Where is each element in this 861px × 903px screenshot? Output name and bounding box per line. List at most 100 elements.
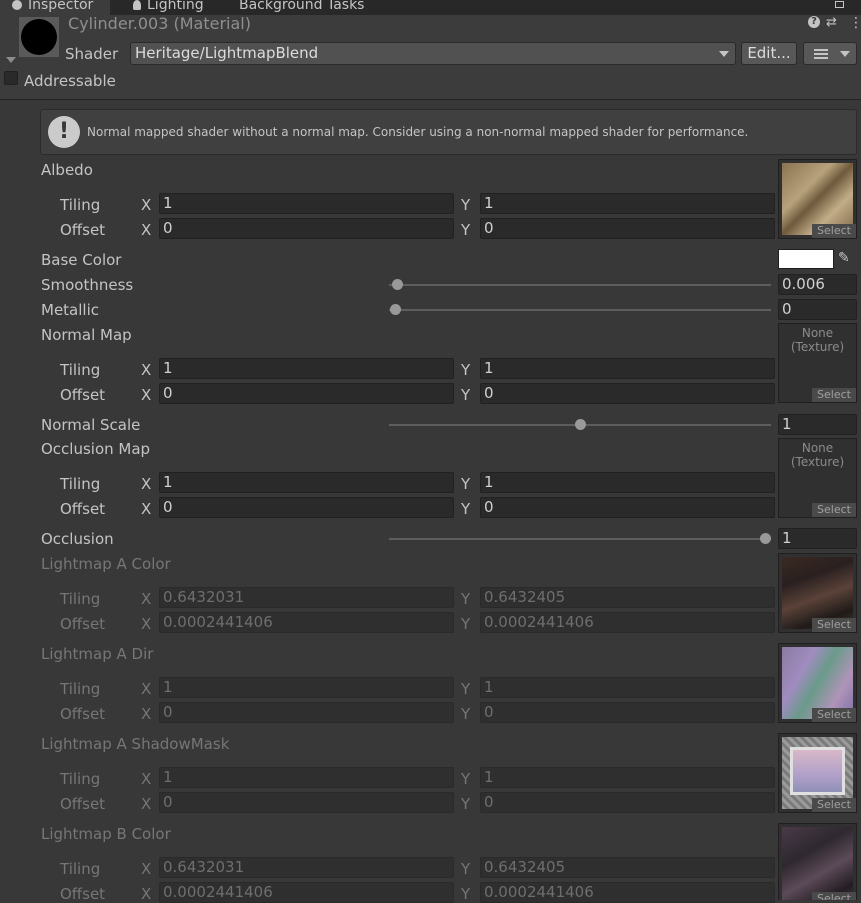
normal-map-warning: ! Normal mapped shader without a normal … [40,109,857,155]
lightmap-a-dir-tiling-x-field[interactable]: 1 [159,677,454,698]
occlusion-map-label: Occlusion Map [41,440,151,458]
lightmap-a-color-select-button[interactable]: Select [812,618,856,632]
lightmap-a-shadowmask-offset-x-field[interactable]: 0 [159,792,454,813]
list-icon [814,49,828,51]
smoothness-slider-track[interactable] [389,284,771,286]
help-icon[interactable]: ? [808,16,820,28]
albedo-offset-y-label: Y [461,221,471,239]
albedo-select-button[interactable]: Select [812,224,856,238]
lightmap-a-dir-tiling-label: Tiling [60,680,101,698]
shader-options-button[interactable] [803,42,857,65]
maximize-icon[interactable] [835,1,844,8]
normal-map-offset-y-field[interactable]: 0 [480,383,775,404]
metallic-slider-thumb[interactable] [390,304,401,315]
normal-map-offset-x-field[interactable]: 0 [159,383,454,404]
lightmap-b-color-tiling-y-label: Y [461,860,471,878]
lightmap-b-color-offset-x-label: X [141,885,152,903]
base-color-label: Base Color [41,251,122,269]
lightmap-b-color-tiling-x-field[interactable]: 0.6432031 [159,857,454,878]
kebab-menu-icon[interactable]: ⋮ [849,15,861,31]
occlusion-map-offset-x-field[interactable]: 0 [159,497,454,518]
occlusion-map-select-button[interactable]: Select [812,503,856,517]
addressable-label: Addressable [24,72,116,90]
lightmap-a-color-tiling-label: Tiling [60,590,101,608]
chevron-down-icon [840,51,850,57]
presets-icon[interactable]: ⇄ [826,15,837,30]
occlusion-map-texture-slot[interactable]: None (Texture) Select [778,438,857,518]
material-preview-thumbnail [19,17,59,57]
occlusion-slider-thumb[interactable] [760,533,771,544]
eyedropper-icon[interactable]: ✎ [838,250,850,266]
base-color-swatch[interactable] [778,249,834,269]
occlusion-map-none-text: None (Texture) [790,441,845,469]
lightmap-a-shadowmask-offset-x-label: X [141,795,152,813]
normal-map-select-button[interactable]: Select [812,388,856,402]
normal-scale-value-field[interactable]: 1 [778,414,857,435]
material-header: Cylinder.003 (Material) Shader Heritage/… [0,14,861,100]
normal-map-tiling-label: Tiling [60,361,101,379]
lightmap-b-color-select-button[interactable]: Select [812,892,856,900]
lightmap-a-shadowmask-tiling-x-label: X [141,770,152,788]
lightmap-a-dir-texture-slot[interactable]: Select [778,643,857,723]
normal-scale-label: Normal Scale [41,416,141,434]
lightmap-a-shadowmask-tiling-x-field[interactable]: 1 [159,767,454,788]
lightmap-a-shadowmask-texture-slot[interactable]: Select [778,733,857,813]
occlusion-map-tiling-y-field[interactable]: 1 [480,472,775,493]
tab-lighting[interactable]: Lighting [133,0,204,15]
normal-map-texture-slot[interactable]: None (Texture) Select [778,323,857,403]
tab-inspector[interactable]: Inspector [0,0,110,15]
chevron-down-icon [719,51,729,57]
lightmap-a-dir-offset-y-label: Y [461,705,471,723]
normal-map-tiling-y-field[interactable]: 1 [480,358,775,379]
lightmap-a-shadowmask-tiling-y-field[interactable]: 1 [480,767,775,788]
normal-map-offset-y-label: Y [461,386,471,404]
lightmap-a-shadowmask-offset-y-field[interactable]: 0 [480,792,775,813]
normal-scale-slider-thumb[interactable] [575,419,586,430]
lightmap-a-color-tiling-x-field[interactable]: 0.6432031 [159,587,454,608]
lightmap-a-color-texture-slot[interactable]: Select [778,553,857,633]
lightmap-a-dir-offset-x-field[interactable]: 0 [159,702,454,723]
lightmap-b-color-offset-label: Offset [60,885,106,903]
shader-dropdown[interactable]: Heritage/LightmapBlend [130,42,736,65]
lightmap-a-color-offset-x-field[interactable]: 0.0002441406 [159,612,454,633]
albedo-tiling-x-field[interactable]: 1 [159,193,454,214]
info-icon [12,0,22,10]
normal-map-tiling-x-field[interactable]: 1 [159,358,454,379]
occlusion-map-tiling-x-field[interactable]: 1 [159,472,454,493]
lightmap-a-shadowmask-select-button[interactable]: Select [812,798,856,812]
lightmap-a-color-offset-y-label: Y [461,615,471,633]
albedo-label: Albedo [41,161,93,179]
lightmap-b-color-tiling-y-field[interactable]: 0.6432405 [480,857,775,878]
albedo-offset-x-field[interactable]: 0 [159,218,454,239]
lightmap-a-dir-select-button[interactable]: Select [812,708,856,722]
edit-shader-button[interactable]: Edit... [741,42,797,65]
lightmap-a-color-offset-y-field[interactable]: 0.0002441406 [480,612,775,633]
occlusion-value-field[interactable]: 1 [778,528,857,549]
occlusion-map-tiling-y-label: Y [461,475,471,493]
normal-map-tiling-y-label: Y [461,361,471,379]
metallic-value-field[interactable]: 0 [778,299,857,320]
albedo-tiling-label: Tiling [60,196,101,214]
albedo-texture-slot[interactable]: Select [778,159,857,239]
occlusion-slider-track[interactable] [389,538,771,540]
lightmap-a-dir-offset-x-label: X [141,705,152,723]
lightmap-a-dir-offset-y-field[interactable]: 0 [480,702,775,723]
lightmap-b-color-tiling-x-label: X [141,860,152,878]
albedo-tiling-y-field[interactable]: 1 [480,193,775,214]
albedo-offset-label: Offset [60,221,106,239]
metallic-label: Metallic [41,301,99,319]
smoothness-slider-thumb[interactable] [392,279,404,290]
smoothness-value-field[interactable]: 0.006 [778,274,857,295]
lightmap-a-dir-tiling-y-field[interactable]: 1 [480,677,775,698]
lightmap-a-color-tiling-y-field[interactable]: 0.6432405 [480,587,775,608]
lightmap-b-color-texture-slot[interactable]: Select [778,823,857,900]
lightmap-a-color-tiling-x-label: X [141,590,152,608]
albedo-offset-x-label: X [141,221,152,239]
warning-icon: ! [48,116,80,148]
foldout-arrow-icon[interactable] [6,57,16,63]
tab-background-tasks[interactable]: Background Tasks [239,0,364,15]
metallic-slider-track[interactable] [389,309,771,311]
albedo-offset-y-field[interactable]: 0 [480,218,775,239]
addressable-checkbox[interactable] [4,71,18,85]
occlusion-map-offset-y-field[interactable]: 0 [480,497,775,518]
